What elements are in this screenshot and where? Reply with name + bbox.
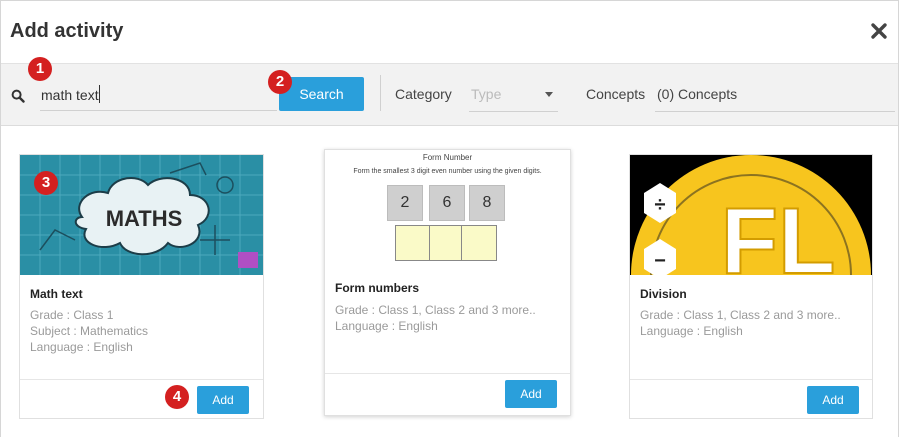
card-footer: Add	[325, 373, 570, 415]
search-icon	[11, 89, 25, 103]
card-title: Math text	[30, 287, 83, 301]
concepts-label: Concepts	[586, 86, 646, 102]
maths-thumb-text: MATHS	[106, 206, 183, 231]
card-language: Language : English	[640, 324, 743, 338]
dialog-title: Add activity	[10, 20, 124, 42]
card-grade: Grade : Class 1, Class 2 and 3 more..	[640, 308, 841, 322]
answer-slot	[461, 225, 497, 261]
form-numbers-thumbnail: Form Number Form the smallest 3 digit ev…	[325, 150, 570, 272]
step-marker-2: 2	[268, 70, 292, 94]
activity-card-division[interactable]: ÷ − FL Division Grade : Class 1, Class 2…	[629, 154, 873, 419]
search-toolbar: Search Category Type Concepts (0) Concep…	[1, 64, 898, 126]
answer-slot	[429, 225, 465, 261]
answer-slot	[395, 225, 431, 261]
step-marker-3: 3	[34, 171, 58, 195]
dialog-header: Add activity	[1, 1, 898, 64]
math-text-thumbnail: MATHS	[20, 155, 263, 275]
card-grade: Grade : Class 1, Class 2 and 3 more..	[335, 303, 536, 317]
activity-card-math-text[interactable]: MATHS Math text Grade : Class 1 Subject …	[19, 154, 264, 419]
card-language: Language : English	[30, 340, 133, 354]
type-select-placeholder: Type	[471, 86, 502, 102]
concepts-selector[interactable]: (0) Concepts	[655, 78, 895, 112]
concepts-value: (0) Concepts	[657, 86, 738, 102]
toolbar-divider	[380, 75, 381, 111]
digit-tile: 8	[469, 185, 505, 221]
add-button[interactable]: Add	[807, 386, 859, 414]
digit-tile: 6	[429, 185, 465, 221]
close-icon[interactable]	[869, 21, 889, 41]
step-marker-1: 1	[28, 57, 52, 81]
type-select[interactable]: Type	[469, 78, 558, 112]
text-cursor	[99, 85, 100, 103]
card-title: Division	[640, 287, 687, 301]
activity-card-form-numbers[interactable]: Form Number Form the smallest 3 digit ev…	[324, 149, 571, 416]
card-subject: Subject : Mathematics	[30, 324, 149, 338]
card-title: Form numbers	[335, 281, 420, 295]
card-footer: Add	[20, 379, 263, 418]
add-button[interactable]: Add	[505, 380, 557, 408]
chevron-down-icon	[545, 92, 553, 97]
card-grade: Grade : Class 1	[30, 308, 114, 322]
division-thumbnail: ÷ − FL	[630, 155, 872, 275]
search-input[interactable]	[40, 80, 277, 111]
add-button[interactable]: Add	[197, 386, 249, 414]
division-thumb-text: FL	[721, 188, 836, 275]
card-footer: Add	[630, 379, 872, 418]
step-marker-4: 4	[165, 385, 189, 409]
thumb-heading: Form Number	[422, 153, 473, 162]
svg-text:÷: ÷	[655, 194, 666, 216]
digit-tile: 2	[387, 185, 423, 221]
category-label: Category	[395, 86, 452, 102]
add-activity-dialog: Add activity Search Category Type Concep…	[0, 0, 899, 437]
thumb-instruction: Form the smallest 3 digit even number us…	[353, 168, 542, 175]
svg-text:−: −	[654, 250, 666, 272]
card-language: Language : English	[335, 319, 438, 333]
